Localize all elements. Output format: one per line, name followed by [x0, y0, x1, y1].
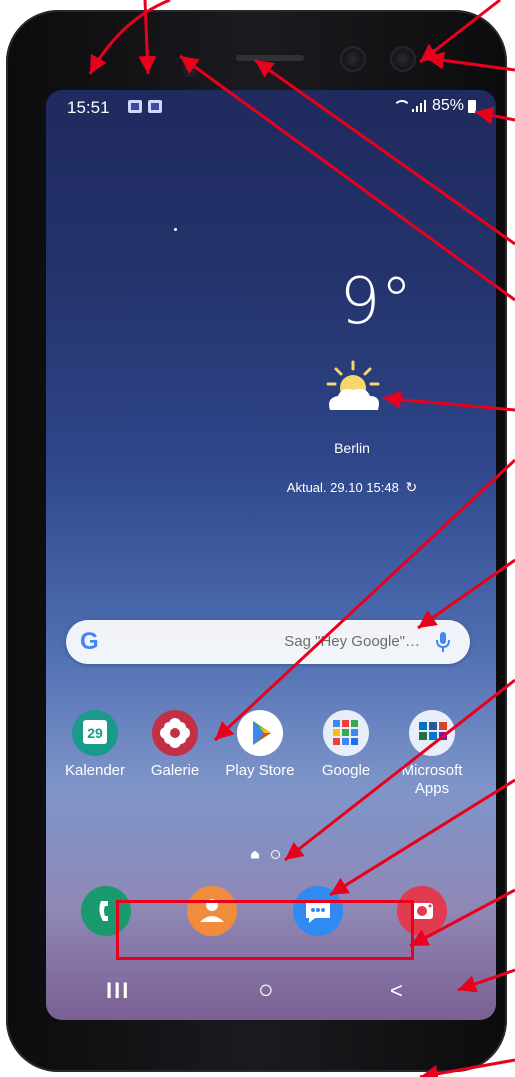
- navigation-bar: III ○ <: [46, 964, 496, 1020]
- app-label: Kalender: [64, 762, 126, 779]
- earpiece-speaker: [236, 55, 304, 61]
- page-indicator[interactable]: [251, 850, 280, 859]
- signal-icon: [411, 100, 428, 112]
- back-button[interactable]: <: [390, 978, 403, 1004]
- app-galerie[interactable]: Galerie: [137, 710, 213, 780]
- battery-icon: [468, 99, 476, 113]
- proximity-sensor: [184, 64, 196, 76]
- weather-updated[interactable]: Aktual. 29.10 15:48 ↻: [272, 479, 432, 496]
- gallery-icon: [152, 710, 198, 756]
- status-right: 85%: [392, 97, 476, 115]
- status-bar: 15:51 85%: [46, 90, 496, 126]
- app-row: 29 Kalender Galerie Play Store Google Mi…: [46, 710, 496, 830]
- battery-percent: 85%: [431, 97, 464, 114]
- page-dot: [271, 850, 280, 859]
- google-search-bar[interactable]: G Sag "Hey Google"…: [66, 620, 470, 664]
- app-label: Microsoft Apps: [401, 762, 463, 797]
- app-google-folder[interactable]: Google: [308, 710, 384, 780]
- wallpaper-star: [174, 228, 177, 231]
- app-play-store[interactable]: Play Store: [222, 710, 298, 780]
- navbar-annotation-box: [116, 900, 414, 960]
- play-store-icon: [237, 710, 283, 756]
- app-label: Galerie: [150, 762, 200, 779]
- refresh-icon[interactable]: ↻: [405, 479, 417, 496]
- calendar-day: 29: [83, 720, 107, 744]
- home-button[interactable]: ○: [258, 974, 274, 1005]
- front-camera-right: [392, 48, 414, 70]
- weather-updated-text: Aktual. 29.10 15:48: [286, 480, 399, 495]
- search-hint: Sag "Hey Google"…: [284, 633, 420, 650]
- weather-city[interactable]: Berlin: [296, 440, 408, 456]
- home-screen: 15:51 85% 9° Berlin Aktual. 29.10 15:48 …: [46, 90, 496, 1020]
- calendar-icon: 29: [72, 710, 118, 756]
- app-label: Play Store: [225, 762, 295, 779]
- recents-button[interactable]: III: [106, 978, 130, 1004]
- google-folder-icon: [323, 710, 369, 756]
- home-page-indicator-icon: [251, 850, 259, 859]
- weather-temperature[interactable]: 9°: [326, 265, 426, 339]
- status-time: 15:51: [67, 98, 110, 117]
- mic-icon[interactable]: [434, 630, 452, 654]
- app-label: Google: [321, 762, 371, 779]
- app-microsoft-folder[interactable]: Microsoft Apps: [394, 710, 470, 798]
- microsoft-folder-icon: [409, 710, 455, 756]
- outlook-icon: [128, 100, 142, 113]
- front-camera-left: [342, 48, 364, 70]
- google-logo: G: [80, 628, 99, 655]
- partly-sunny-icon[interactable]: [320, 358, 386, 414]
- app-kalender[interactable]: 29 Kalender: [57, 710, 133, 780]
- wifi-icon: [392, 100, 408, 112]
- outlook-icon: [148, 100, 162, 113]
